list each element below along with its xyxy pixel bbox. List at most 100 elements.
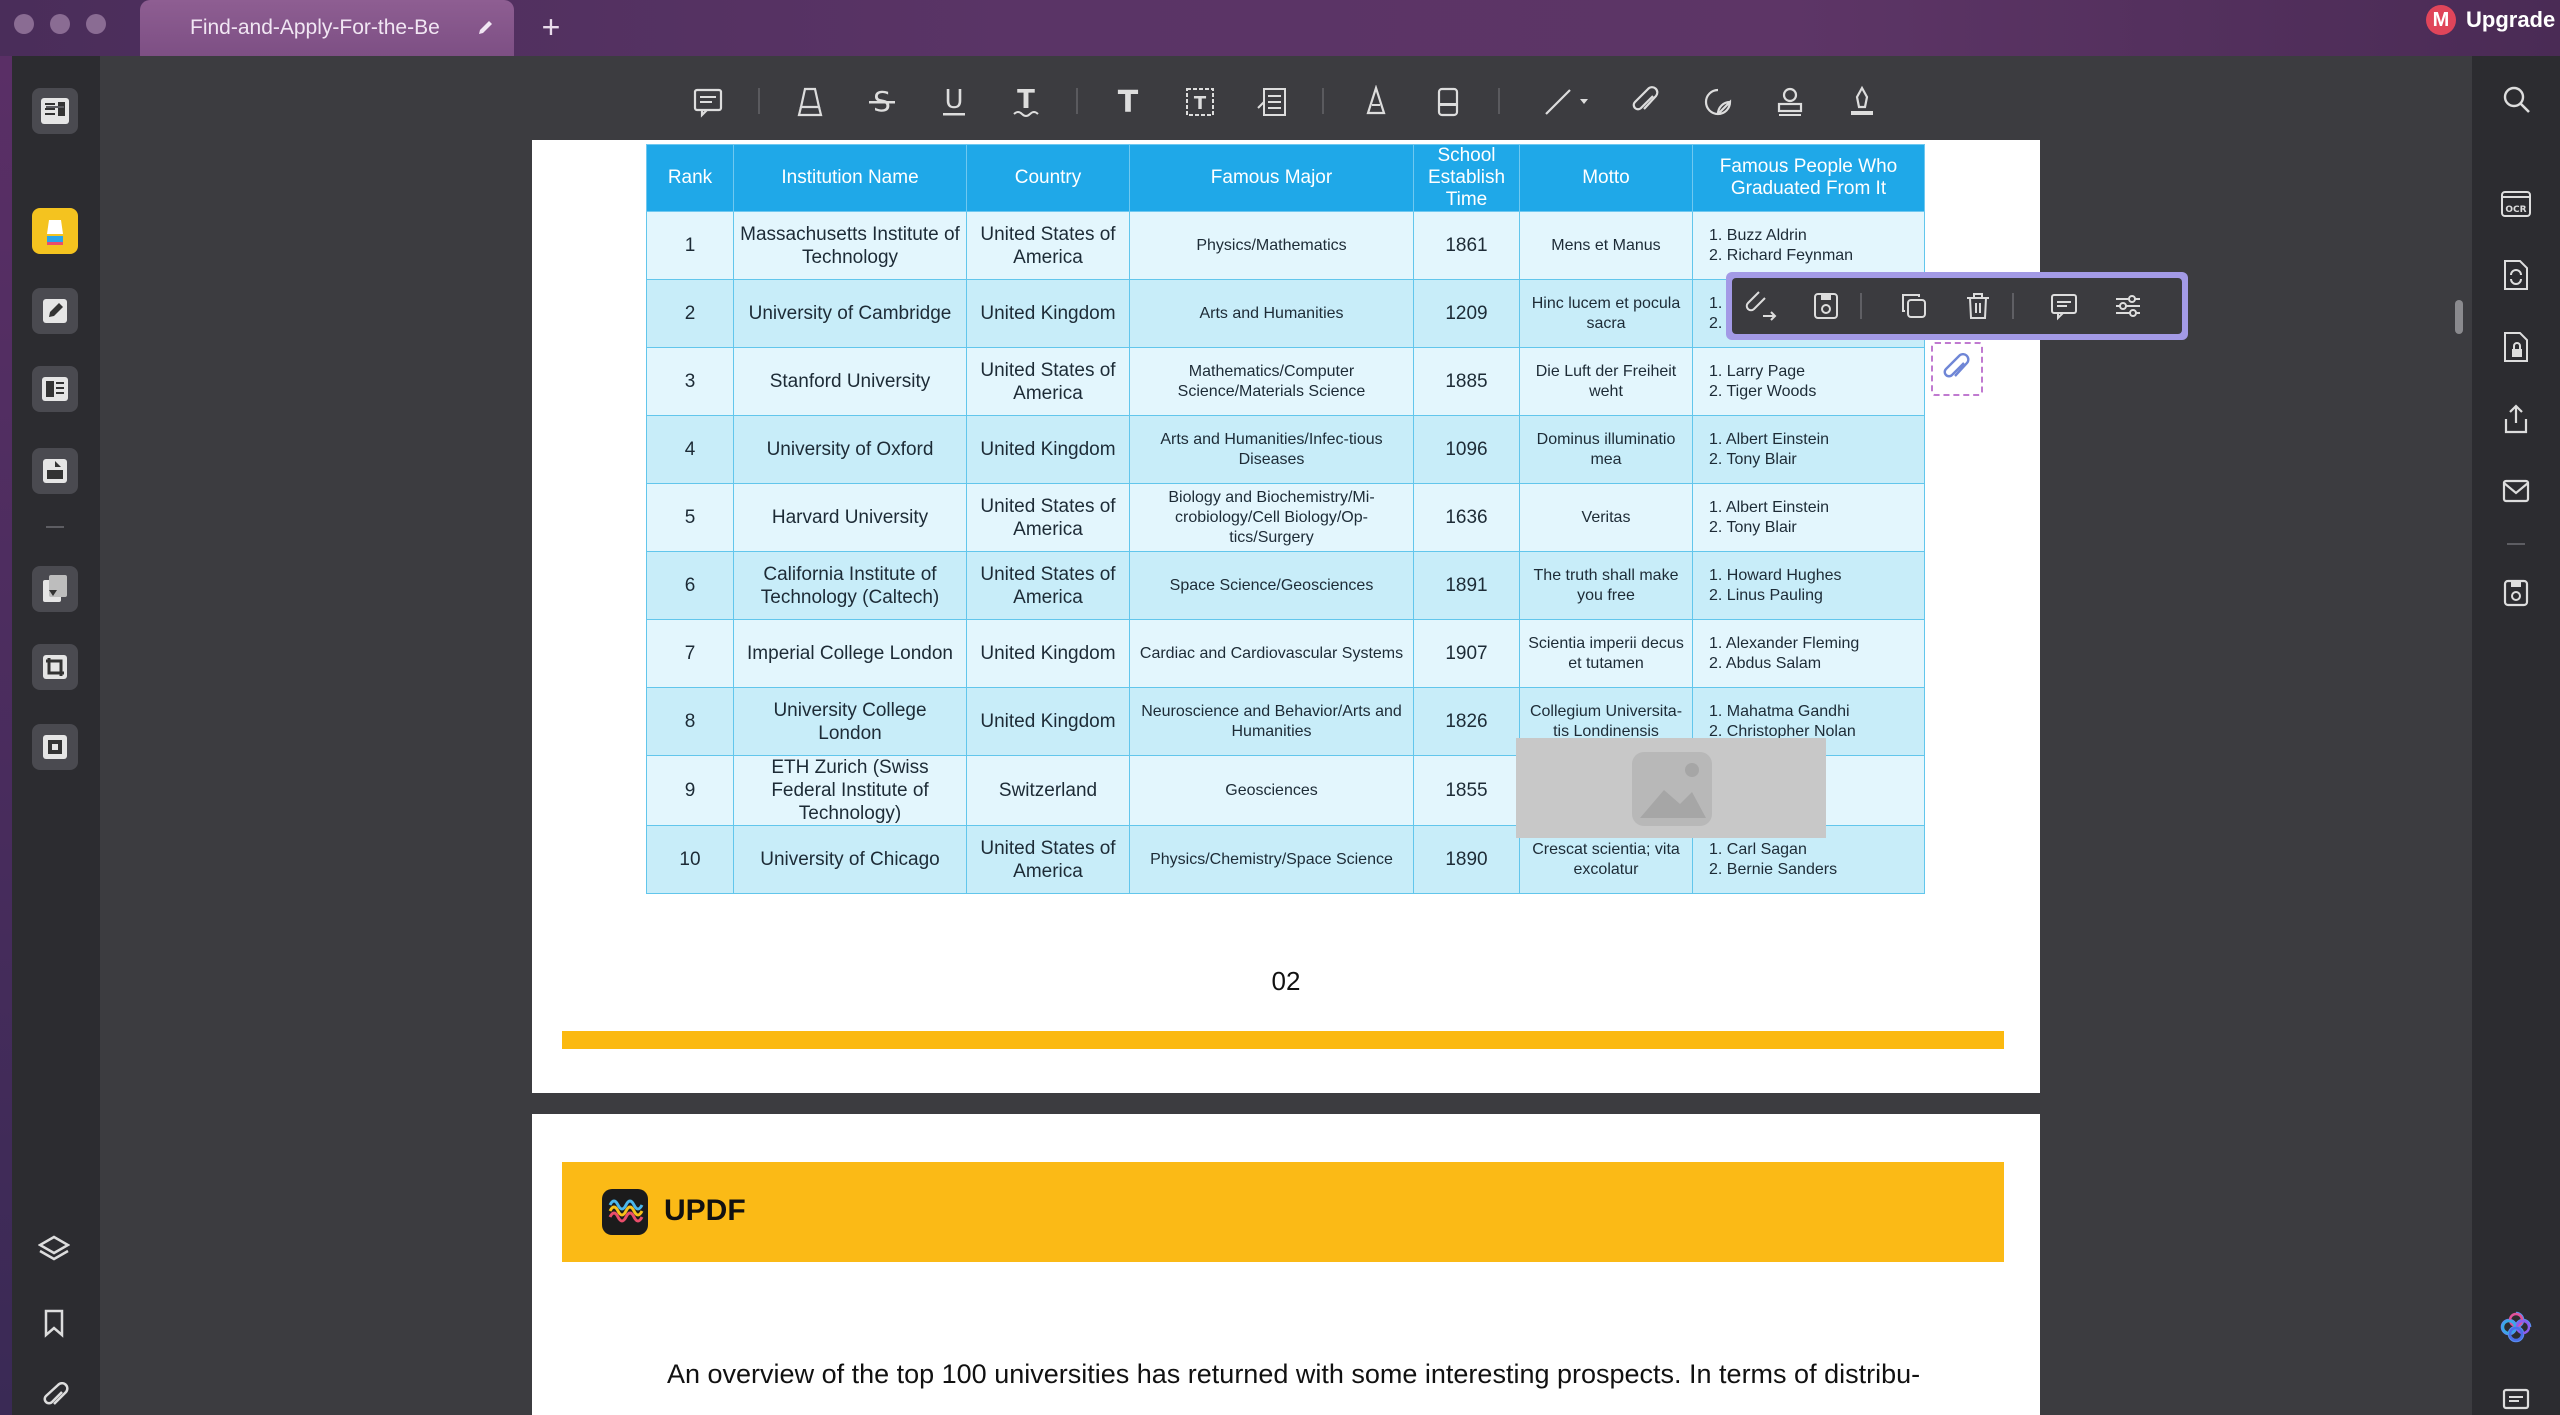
brand-name: UPDF [664, 1194, 746, 1227]
document-tab[interactable]: Find-and-Apply-For-the-Be [140, 0, 514, 56]
underline-icon[interactable]: U [932, 80, 976, 124]
country-cell: United States of America [966, 483, 1130, 552]
minimize-window-button[interactable] [50, 14, 70, 34]
save-icon[interactable] [2497, 574, 2535, 612]
squiggly-icon[interactable]: T [1004, 80, 1048, 124]
major-cell: Biology and Biochemistry/Mi-crobiology/C… [1129, 483, 1414, 552]
new-tab-button[interactable]: + [535, 11, 567, 44]
country-cell: United States of America [966, 211, 1130, 280]
avatar[interactable]: M [2426, 5, 2456, 35]
header-rank: Rank [646, 144, 734, 212]
header-institution: Institution Name [733, 144, 967, 212]
layers-icon[interactable] [37, 1234, 71, 1264]
bookmark-icon[interactable] [42, 1308, 72, 1338]
attachment-icon[interactable] [1624, 80, 1668, 124]
attachment-replace-icon[interactable] [1744, 288, 1780, 324]
forms-icon[interactable] [32, 448, 78, 494]
motto-cell: Mens et Manus [1519, 211, 1693, 280]
year-cell: 1096 [1413, 415, 1520, 484]
major-cell: Arts and Humanities [1129, 279, 1414, 348]
svg-text:T: T [1194, 93, 1207, 114]
reader-icon[interactable] [32, 88, 78, 134]
rank-cell: 9 [646, 755, 734, 826]
motto-cell: Dominus illuminatio mea [1519, 415, 1693, 484]
major-cell: Physics/Chemistry/Space Science [1129, 825, 1414, 894]
country-cell: United States of America [966, 551, 1130, 620]
highlight-icon[interactable] [788, 80, 832, 124]
table-row: 5 Harvard University United States of Amer… [646, 483, 1925, 552]
strikethrough-icon[interactable]: S [860, 80, 904, 124]
year-cell: 1885 [1413, 347, 1520, 416]
institution-cell: California Institute of Technology (Calt… [733, 551, 967, 620]
stamp-icon[interactable] [1768, 80, 1812, 124]
rank-cell: 8 [646, 687, 734, 756]
table-row: 6 California Institute of Technology (Cal… [646, 551, 1925, 620]
table-row: 1 Massachusetts Institute of Technology Un… [646, 211, 1925, 280]
zoom-window-button[interactable] [86, 14, 106, 34]
country-cell: United States of America [966, 825, 1130, 894]
country-cell: Switzerland [966, 755, 1130, 826]
email-icon[interactable] [2497, 472, 2535, 510]
text-callout-icon[interactable] [1250, 80, 1294, 124]
signature-icon[interactable] [1840, 80, 1884, 124]
convert-icon[interactable] [32, 566, 78, 612]
ocr-icon[interactable]: OCR [2497, 184, 2535, 222]
batch-icon[interactable] [32, 724, 78, 770]
title-bar: Find-and-Apply-For-the-Be + M Upgrade [0, 0, 2560, 56]
crop-icon[interactable] [32, 644, 78, 690]
institution-cell: Harvard University [733, 483, 967, 552]
rank-cell: 4 [646, 415, 734, 484]
left-toolbar [12, 56, 100, 1415]
copy-icon[interactable] [1896, 288, 1932, 324]
rank-cell: 6 [646, 551, 734, 620]
page-number: 02 [1271, 966, 1301, 996]
close-window-button[interactable] [14, 14, 34, 34]
protect-icon[interactable] [2497, 328, 2535, 366]
country-cell: United Kingdom [966, 687, 1130, 756]
year-cell: 1209 [1413, 279, 1520, 348]
svg-text:U: U [944, 86, 963, 115]
pencil-icon[interactable] [1354, 80, 1398, 124]
country-cell: United Kingdom [966, 415, 1130, 484]
table-row: 3 Stanford University United States of Ame… [646, 347, 1925, 416]
comment-highlighter-icon[interactable] [32, 208, 78, 254]
header-establish-time: School Establish Time [1413, 144, 1520, 212]
share-icon[interactable] [2497, 400, 2535, 438]
major-cell: Arts and Humanities/Infec-tious Diseases [1129, 415, 1414, 484]
upgrade-button[interactable]: Upgrade [2466, 7, 2555, 33]
people-cell: 1. Albert Einstein 2. Tony Blair [1692, 415, 1925, 484]
ai-assistant-icon[interactable] [2497, 1308, 2535, 1346]
table-row: 4 University of Oxford United Kingdom Arts … [646, 415, 1925, 484]
delete-icon[interactable] [1960, 288, 1996, 324]
year-cell: 1636 [1413, 483, 1520, 552]
file-attachment-annotation[interactable] [1931, 342, 1983, 396]
svg-text:OCR: OCR [2505, 205, 2526, 215]
vertical-scrollbar[interactable] [2455, 300, 2463, 334]
year-cell: 1861 [1413, 211, 1520, 280]
properties-icon[interactable] [2110, 288, 2146, 324]
rename-pencil-icon[interactable] [476, 17, 496, 37]
comment-icon[interactable] [2046, 288, 2082, 324]
line-shape-icon[interactable] [1540, 80, 1596, 124]
attachment-icon[interactable] [42, 1381, 72, 1412]
eraser-icon[interactable] [1426, 80, 1470, 124]
rank-cell: 2 [646, 279, 734, 348]
country-cell: United Kingdom [966, 619, 1130, 688]
attachment-toolbar [1726, 272, 2188, 340]
image-icon [1628, 748, 1716, 830]
search-icon[interactable] [2497, 80, 2535, 118]
convert-file-icon[interactable] [2497, 256, 2535, 294]
year-cell: 1855 [1413, 755, 1520, 826]
header-famous-people: Famous People Who Graduated From It [1692, 144, 1925, 212]
text-icon[interactable]: T [1106, 80, 1150, 124]
organize-pages-icon[interactable] [32, 366, 78, 412]
comment-icon[interactable] [686, 80, 730, 124]
year-cell: 1890 [1413, 825, 1520, 894]
country-cell: United States of America [966, 347, 1130, 416]
overview-paragraph: An overview of the top 100 universities … [667, 1359, 1921, 1389]
comments-panel-icon[interactable] [2497, 1382, 2535, 1415]
text-box-icon[interactable]: T [1178, 80, 1222, 124]
edit-pdf-icon[interactable] [32, 288, 78, 334]
sticker-icon[interactable] [1696, 80, 1740, 124]
save-attachment-icon[interactable] [1808, 288, 1844, 324]
